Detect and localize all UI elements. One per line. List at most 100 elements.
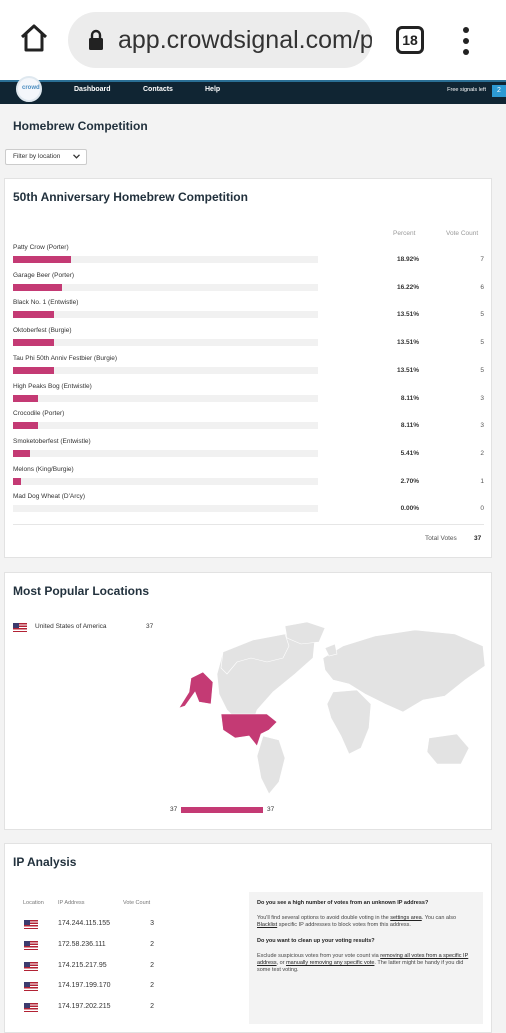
option-label: Patty Crow (Porter) <box>13 244 69 251</box>
total-votes-value: 37 <box>474 535 482 542</box>
home-icon[interactable] <box>18 22 50 54</box>
us-flag-icon <box>24 961 38 971</box>
help-paragraph-1: You'll find several options to avoid dou… <box>257 915 457 928</box>
option-vote-count: 5 <box>480 366 484 374</box>
option-bar-fill <box>13 477 22 485</box>
option-percent: 18.92% <box>396 256 419 263</box>
ip-analysis-title: IP Analysis <box>13 855 77 869</box>
alaska-shape <box>178 671 214 709</box>
settings-area-link[interactable]: settings area <box>390 915 422 921</box>
help-paragraph-2: Exclude suspicious votes from your vote … <box>257 953 469 973</box>
option-label: Melons (King/Burgie) <box>13 465 74 473</box>
blacklist-link[interactable]: Blacklist <box>257 922 277 928</box>
option-label: Oktoberfest (Burgie) <box>13 327 72 335</box>
option-bar-track <box>13 449 318 457</box>
option-vote-count: 7 <box>480 256 484 263</box>
option-percent: 2.70% <box>400 477 419 485</box>
option-bar-track <box>13 311 318 319</box>
nav-help[interactable]: Help <box>205 86 220 93</box>
option-bar-track <box>13 505 318 513</box>
help-question-2: Do you want to clean up your voting resu… <box>257 938 375 944</box>
option-bar-track <box>13 283 318 291</box>
option-vote-count: 3 <box>480 422 484 430</box>
signals-left-label: Free signals left <box>447 87 486 93</box>
option-label: High Peaks Bog (Entwistle) <box>13 382 92 390</box>
location-count: 37 <box>146 623 154 630</box>
nav-dashboard[interactable]: Dashboard <box>74 86 111 93</box>
locations-title: Most Popular Locations <box>13 584 150 598</box>
option-bar-track <box>13 422 318 430</box>
option-percent: 13.51% <box>396 366 419 374</box>
option-vote-count: 3 <box>480 394 484 402</box>
results-divider <box>13 524 484 525</box>
option-vote-count: 2 <box>480 449 484 457</box>
address-bar[interactable]: app.crowdsignal.com/p <box>68 12 372 68</box>
us-flag-icon <box>24 920 38 929</box>
help-question-1: Do you see a high number of votes from a… <box>257 900 429 906</box>
option-label: Black No. 1 (Entwistle) <box>13 299 79 307</box>
option-label: Crocodile (Porter) <box>13 410 65 418</box>
ip-address[interactable]: 174.244.115.155 <box>58 920 110 927</box>
option-label: Tau Phi 50th Anniv Festbier (Burgie) <box>13 354 118 362</box>
ip-address[interactable]: 174.197.202.215 <box>58 1003 111 1010</box>
url-text: app.crowdsignal.com/p <box>118 26 372 54</box>
option-bar-fill <box>13 256 71 263</box>
crowdsignal-logo[interactable]: crowd <box>16 76 42 102</box>
option-label: Smoketoberfest (Entwistle) <box>13 437 91 445</box>
option-bar-fill <box>13 422 38 430</box>
ip-vote-count: 2 <box>150 940 154 948</box>
ip-vote-count: 2 <box>150 982 154 990</box>
page-title: Homebrew Competition <box>13 119 148 133</box>
us-flag-icon <box>24 1003 38 1013</box>
option-percent: 8.11% <box>400 394 419 402</box>
ip-address[interactable]: 174.215.217.95 <box>58 962 107 969</box>
legend-min: 37 <box>170 806 178 813</box>
app-navbar: crowd Dashboard Contacts Help Free signa… <box>0 76 506 104</box>
option-percent: 13.51% <box>396 311 419 319</box>
ip-vote-count: 2 <box>150 1003 154 1011</box>
browser-toolbar: app.crowdsignal.com/p 18 <box>0 0 506 80</box>
option-bar-track <box>13 339 318 347</box>
ip-vote-count: 2 <box>150 961 154 969</box>
total-votes-label: Total Votes <box>425 535 457 542</box>
option-percent: 13.51% <box>396 339 419 347</box>
vote-count-column-header: Vote Count <box>446 230 479 237</box>
option-bar-track <box>13 256 318 263</box>
ip-address[interactable]: 174.197.199.170 <box>58 982 111 989</box>
option-label: Garage Beer (Porter) <box>13 271 75 279</box>
tabs-icon[interactable]: 18 <box>396 26 424 54</box>
location-name: United States of America <box>35 623 107 630</box>
us-flag-icon <box>24 940 38 950</box>
chevron-down-icon <box>73 154 80 159</box>
ip-location-header: Location <box>23 900 44 906</box>
world-map <box>178 621 486 795</box>
option-bar-track <box>13 394 318 402</box>
option-vote-count: 0 <box>480 505 484 513</box>
option-bar-fill <box>13 283 63 291</box>
lock-icon <box>89 29 103 50</box>
percent-column-header: Percent <box>393 230 416 237</box>
filter-label: Filter by location <box>13 153 61 160</box>
us-flag-icon <box>24 982 38 992</box>
option-vote-count: 5 <box>480 311 484 319</box>
legend-max: 37 <box>267 806 275 813</box>
ip-vote-count: 3 <box>150 920 154 927</box>
option-bar-fill <box>13 394 38 402</box>
nav-contacts[interactable]: Contacts <box>143 86 173 93</box>
option-bar-fill <box>13 449 30 457</box>
option-percent: 0.00% <box>400 505 419 513</box>
option-percent: 5.41% <box>400 449 419 457</box>
filter-by-location-button[interactable]: Filter by location <box>5 149 87 165</box>
kebab-menu-icon[interactable] <box>458 24 474 56</box>
option-percent: 16.22% <box>396 283 419 291</box>
option-vote-count: 1 <box>480 477 484 485</box>
remove-specific-vote-link[interactable]: manually removing any specific vote <box>286 960 374 966</box>
option-vote-count: 5 <box>480 339 484 347</box>
legend-scale-bar <box>181 807 263 813</box>
us-flag-icon <box>13 623 27 632</box>
ip-address-header: IP Address <box>58 900 85 906</box>
ip-address[interactable]: 172.58.236.111 <box>58 941 106 948</box>
option-bar-track <box>13 366 318 374</box>
signals-left-badge[interactable]: 2 <box>492 85 506 97</box>
option-bar-fill <box>13 366 55 374</box>
